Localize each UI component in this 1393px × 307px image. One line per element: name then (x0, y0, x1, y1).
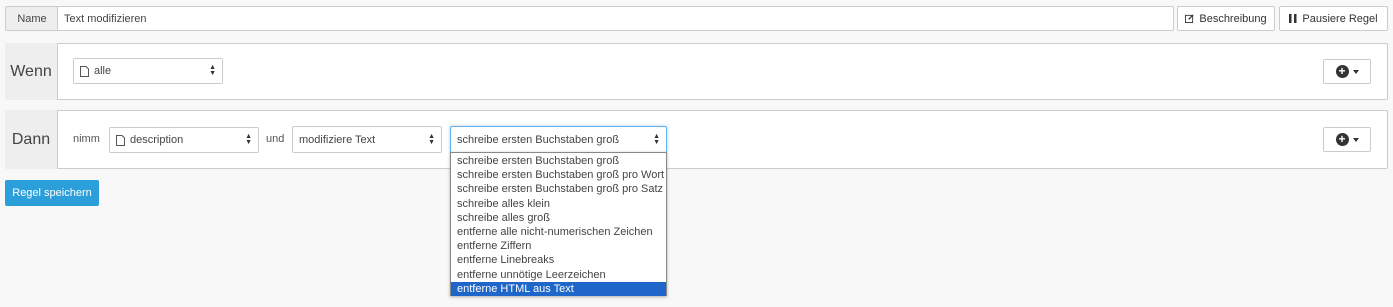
dropdown-option-highlighted[interactable]: entferne HTML aus Text (451, 281, 666, 296)
select-arrows-icon: ▲ ▼ (653, 132, 660, 146)
description-button[interactable]: Beschreibung (1177, 6, 1275, 31)
plus-circle-icon: + (1335, 133, 1349, 146)
edit-icon (1185, 14, 1194, 23)
dropdown-option[interactable]: schreibe ersten Buchstaben groß (451, 154, 666, 168)
dann-label: Dann (5, 110, 58, 169)
dropdown-option[interactable]: entferne alle nicht-numerischen Zeichen (451, 225, 666, 239)
dropdown-option[interactable]: schreibe alles groß (451, 211, 666, 225)
und-text: und (266, 133, 285, 145)
description-button-label: Beschreibung (1199, 12, 1267, 25)
operation-dropdown-list: schreibe ersten Buchstaben groß schreibe… (450, 152, 667, 296)
wenn-label: Wenn (5, 43, 58, 100)
dropdown-option[interactable]: entferne Ziffern (451, 239, 666, 253)
document-icon (116, 134, 125, 146)
select-arrows-icon: ▲ ▼ (209, 64, 216, 77)
condition-select-value: alle (94, 65, 112, 77)
field-select-value: description (130, 134, 184, 146)
select-arrows-icon: ▲ ▼ (428, 132, 435, 146)
dropdown-option[interactable]: schreibe ersten Buchstaben groß pro Wort (451, 168, 666, 182)
pause-rule-button[interactable]: Pausiere Regel (1279, 6, 1388, 31)
caret-down-icon (1352, 137, 1359, 142)
pause-rule-label: Pausiere Regel (1302, 12, 1378, 25)
name-label: Name (5, 6, 58, 31)
condition-select[interactable]: alle ▲ ▼ (73, 58, 223, 84)
operation-select[interactable]: schreibe ersten Buchstaben groß ▲ ▼ (450, 126, 667, 153)
dropdown-option[interactable]: entferne unnötige Leerzeichen (451, 268, 666, 282)
dropdown-option[interactable]: entferne Linebreaks (451, 253, 666, 267)
plus-circle-icon: + (1335, 65, 1349, 78)
name-input[interactable]: Text modifizieren (57, 6, 1174, 31)
add-condition-button[interactable]: + (1323, 59, 1371, 84)
action-select[interactable]: modifiziere Text ▲ ▼ (292, 126, 442, 153)
add-action-button[interactable]: + (1323, 127, 1371, 152)
pause-icon (1289, 14, 1297, 23)
field-select[interactable]: description ▲ ▼ (109, 127, 259, 153)
save-rule-button[interactable]: Regel speichern (5, 180, 99, 206)
caret-down-icon (1352, 69, 1359, 74)
action-select-value: modifiziere Text (299, 133, 376, 146)
select-arrows-icon: ▲ ▼ (245, 133, 252, 146)
dropdown-option[interactable]: schreibe alles klein (451, 197, 666, 211)
nimm-text: nimm (73, 133, 100, 145)
document-icon (80, 65, 89, 77)
dropdown-option[interactable]: schreibe ersten Buchstaben groß pro Satz (451, 182, 666, 196)
operation-select-value: schreibe ersten Buchstaben groß (457, 133, 620, 146)
